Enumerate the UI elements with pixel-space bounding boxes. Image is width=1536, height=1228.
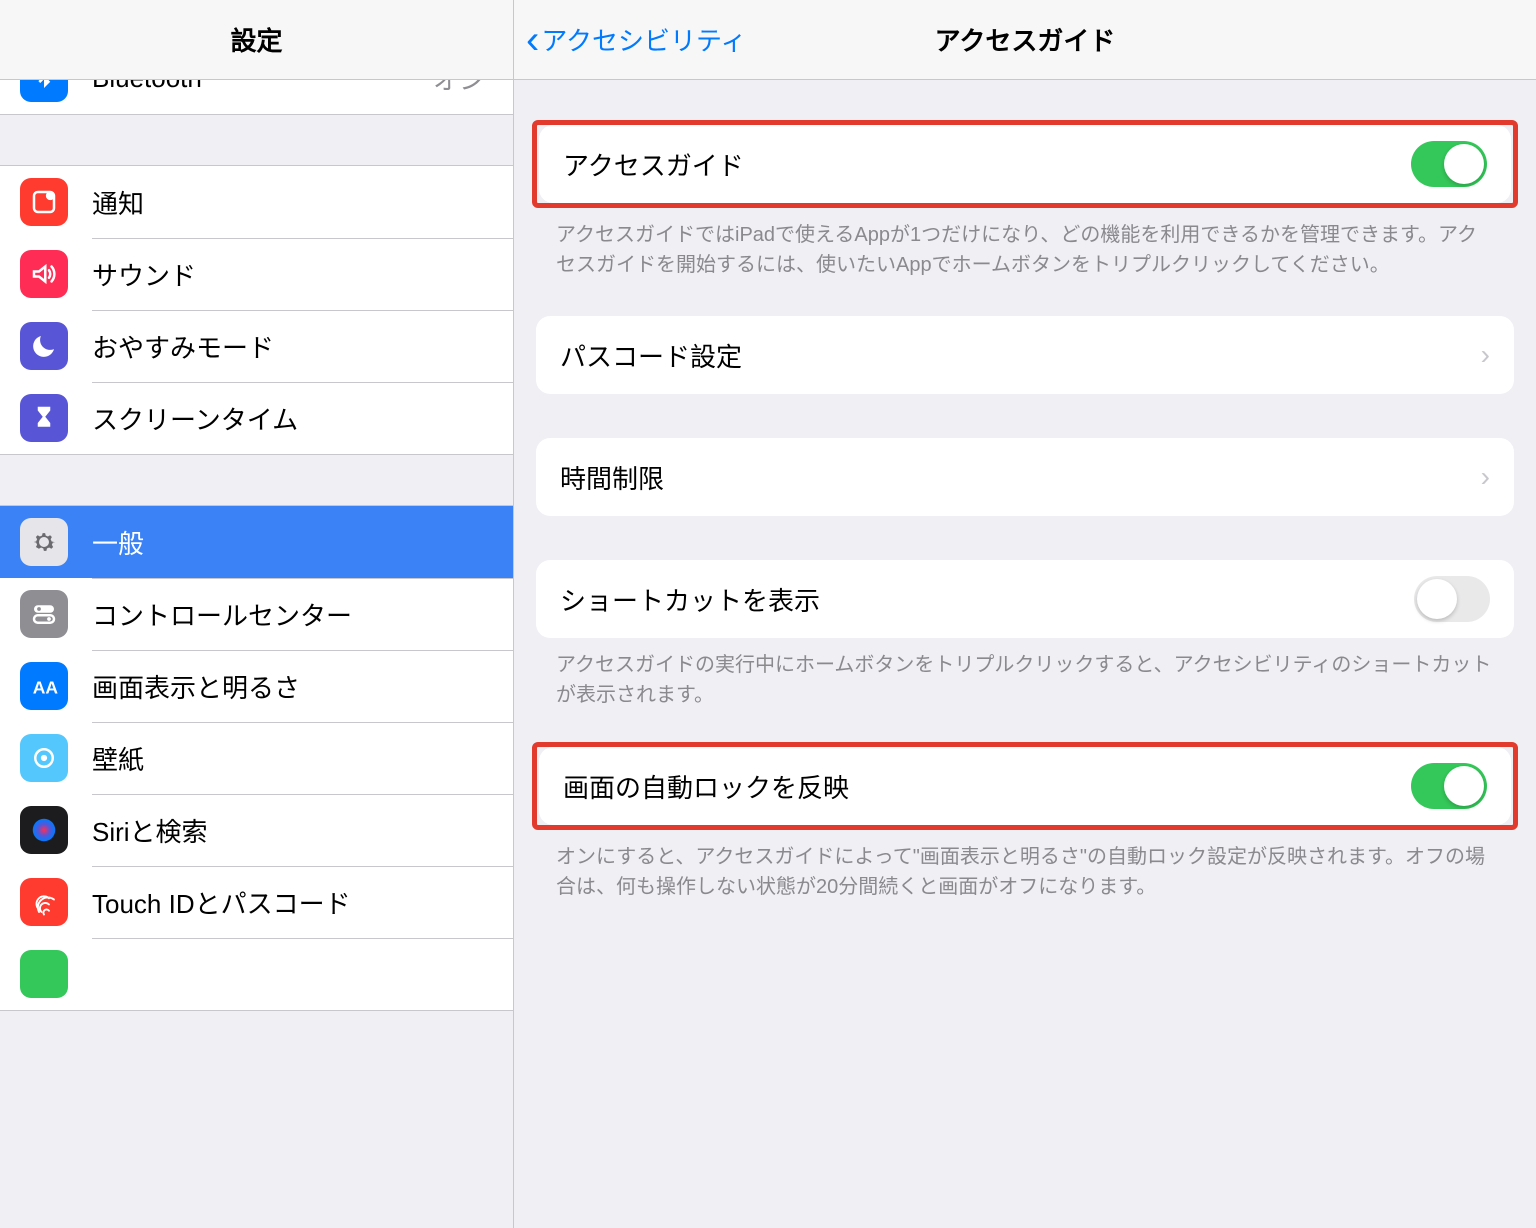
hourglass-icon [20, 394, 68, 442]
row-time-limit[interactable]: 時間制限 › [536, 438, 1514, 516]
chevron-left-icon: ‹ [526, 20, 539, 60]
svg-text:AA: AA [33, 678, 59, 698]
bluetooth-icon [20, 80, 68, 102]
toggle-shortcut[interactable] [1414, 576, 1490, 622]
sidebar-item-display[interactable]: AA 画面表示と明るさ [0, 650, 513, 722]
row-label: パスコード設定 [560, 337, 1481, 374]
sidebar-item-general[interactable]: 一般 [0, 506, 513, 578]
footer-shortcut: アクセスガイドの実行中にホームボタンをトリプルクリックすると、アクセシビリティの… [514, 638, 1536, 710]
sidebar-item-sounds[interactable]: サウンド [0, 238, 513, 310]
sidebar-item-label: Siriと検索 [92, 812, 493, 849]
footer-guided-access: アクセスガイドではiPadで使えるAppが1つだけになり、どの機能を利用できるか… [514, 208, 1536, 280]
highlight-guided-access: アクセスガイド [532, 120, 1518, 208]
row-passcode[interactable]: パスコード設定 › [536, 316, 1514, 394]
chevron-right-icon: › [1481, 461, 1490, 493]
sidebar-header: 設定 [0, 0, 513, 80]
fingerprint-icon [20, 878, 68, 926]
detail-content[interactable]: アクセスガイド アクセスガイドではiPadで使えるAppが1つだけになり、どの機… [514, 80, 1536, 1228]
detail-pane: ‹ アクセシビリティ アクセスガイド アクセスガイド アクセスガイドではiPad… [514, 0, 1536, 1228]
sidebar-item-touchid[interactable]: Touch IDとパスコード [0, 866, 513, 938]
highlight-auto-lock: 画面の自動ロックを反映 [532, 742, 1518, 830]
sounds-icon [20, 250, 68, 298]
row-mirror-auto-lock[interactable]: 画面の自動ロックを反映 [539, 747, 1511, 825]
next-icon [20, 950, 68, 998]
sidebar-item-label: 一般 [92, 524, 493, 561]
sidebar-item-label: Touch IDとパスコード [92, 884, 493, 921]
back-button[interactable]: ‹ アクセシビリティ [526, 20, 746, 60]
row-label: アクセスガイド [563, 146, 1411, 183]
wallpaper-icon [20, 734, 68, 782]
sidebar-item-label: Bluetooth [92, 80, 433, 94]
sidebar-item-siri[interactable]: Siriと検索 [0, 794, 513, 866]
sidebar-item-next[interactable] [0, 938, 513, 1010]
sidebar-item-notifications[interactable]: 通知 [0, 166, 513, 238]
sidebar-item-wallpaper[interactable]: 壁紙 [0, 722, 513, 794]
row-label: 時間制限 [560, 459, 1481, 496]
display-icon: AA [20, 662, 68, 710]
sidebar-content[interactable]: Bluetooth オン 通知 サウンド お [0, 80, 513, 1228]
row-shortcut[interactable]: ショートカットを表示 [536, 560, 1514, 638]
settings-sidebar: 設定 Bluetooth オン 通知 [0, 0, 514, 1228]
row-guided-access[interactable]: アクセスガイド [539, 125, 1511, 203]
back-label: アクセシビリティ [541, 21, 746, 58]
sidebar-item-label: コントロールセンター [92, 596, 493, 633]
sidebar-item-label: おやすみモード [92, 328, 493, 365]
footer-mirror-auto-lock: オンにすると、アクセスガイドによって"画面表示と明るさ"の自動ロック設定が反映さ… [514, 830, 1536, 902]
siri-icon [20, 806, 68, 854]
sidebar-item-do-not-disturb[interactable]: おやすみモード [0, 310, 513, 382]
toggle-guided-access[interactable] [1411, 141, 1487, 187]
sidebar-item-label: 壁紙 [92, 740, 493, 777]
toggle-mirror-auto-lock[interactable] [1411, 763, 1487, 809]
sidebar-item-control-center[interactable]: コントロールセンター [0, 578, 513, 650]
sidebar-item-label: 画面表示と明るさ [92, 668, 493, 705]
moon-icon [20, 322, 68, 370]
sidebar-item-screen-time[interactable]: スクリーンタイム [0, 382, 513, 454]
gear-icon [20, 518, 68, 566]
notifications-icon [20, 178, 68, 226]
detail-header: ‹ アクセシビリティ アクセスガイド [514, 0, 1536, 80]
sidebar-title: 設定 [230, 21, 282, 58]
sidebar-item-bluetooth[interactable]: Bluetooth オン [0, 80, 513, 114]
sidebar-item-label: サウンド [92, 256, 493, 293]
row-label: 画面の自動ロックを反映 [563, 768, 1411, 805]
row-label: ショートカットを表示 [560, 581, 1414, 618]
control-center-icon [20, 590, 68, 638]
sidebar-item-label: スクリーンタイム [92, 400, 493, 437]
chevron-right-icon: › [1481, 339, 1490, 371]
sidebar-item-label: 通知 [92, 184, 493, 221]
sidebar-item-value: オン [433, 80, 485, 97]
detail-title: アクセスガイド [935, 21, 1116, 58]
